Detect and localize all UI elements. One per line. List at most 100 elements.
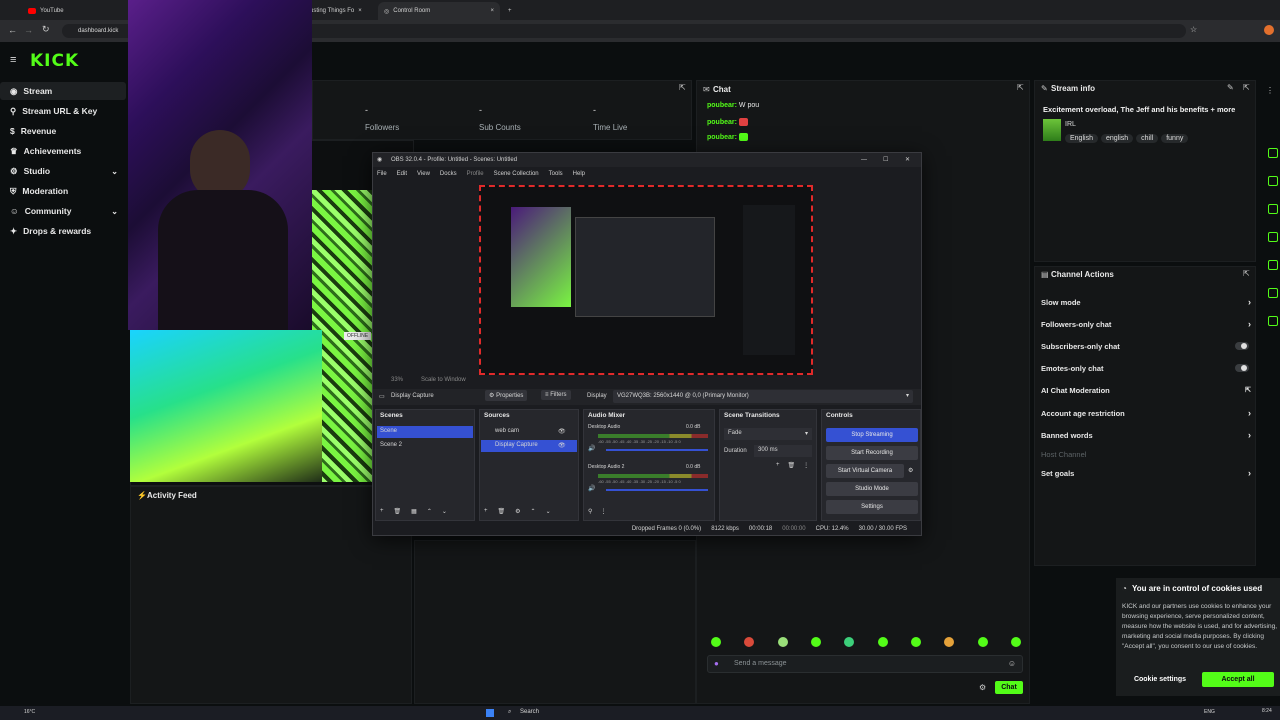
accept-all-button[interactable]: Accept all — [1202, 672, 1274, 687]
sidebar-item-stream-url[interactable]: ⚲ Stream URL & Key — [0, 102, 126, 120]
filters-button[interactable]: ≡ Filters — [541, 390, 571, 400]
action-followers-only[interactable]: Followers-only chat › — [1041, 316, 1255, 332]
close-icon[interactable]: ✕ — [905, 153, 910, 167]
minimize-icon[interactable]: — — [861, 153, 867, 167]
add-icon[interactable]: + — [776, 462, 780, 469]
more-icon[interactable]: ⋮ — [803, 462, 809, 469]
tool-icon[interactable] — [1268, 232, 1278, 242]
forward-icon[interactable]: → — [24, 25, 33, 35]
emote-icon[interactable] — [711, 637, 721, 647]
close-icon[interactable]: × — [490, 8, 494, 14]
eye-icon[interactable]: 👁 — [558, 428, 566, 435]
chevron-up-icon[interactable]: ⌃ — [427, 508, 432, 515]
new-tab-button[interactable]: + — [502, 2, 518, 20]
action-account-age[interactable]: Account age restriction › — [1041, 405, 1255, 421]
tool-icon[interactable] — [1268, 148, 1278, 158]
action-banned-words[interactable]: Banned words › — [1041, 427, 1255, 443]
tag[interactable]: chill — [1136, 134, 1159, 143]
trash-icon[interactable]: 🗑 — [394, 508, 402, 515]
add-icon[interactable]: + — [380, 508, 384, 515]
emote-icon[interactable] — [744, 637, 755, 647]
maximize-icon[interactable]: ☐ — [883, 153, 888, 167]
tool-icon[interactable] — [1268, 260, 1278, 270]
emote-icon[interactable] — [810, 637, 821, 647]
back-icon[interactable]: ← — [8, 25, 17, 35]
scene-item[interactable]: Scene — [377, 426, 473, 438]
tab-video[interactable]: usting Things Fo × — [304, 2, 368, 20]
properties-button[interactable]: ⚙ Properties — [485, 390, 528, 401]
more-icon[interactable]: ⋮ — [600, 508, 606, 515]
start-recording-button[interactable]: Start Recording — [826, 446, 918, 460]
settings-button[interactable]: Settings — [826, 500, 918, 514]
sidebar-item-studio[interactable]: ⚙ Studio ⌄ — [0, 162, 126, 180]
emote-icon[interactable] — [844, 637, 855, 647]
weather[interactable]: 16°C — [24, 709, 35, 715]
emote-icon[interactable] — [944, 637, 955, 647]
chat-send-button[interactable]: Chat — [995, 681, 1023, 694]
tool-icon[interactable] — [1268, 204, 1278, 214]
taskbar-search[interactable]: Search — [520, 709, 539, 715]
action-ai-moderation[interactable]: AI Chat Moderation ⇱ — [1041, 382, 1255, 398]
action-set-goals[interactable]: Set goals › — [1041, 465, 1255, 481]
stop-streaming-button[interactable]: Stop Streaming — [826, 428, 918, 442]
clock[interactable]: 8:24 — [1262, 708, 1272, 714]
menu-view[interactable]: View — [417, 171, 430, 177]
menu-profile[interactable]: Profile — [467, 171, 484, 177]
volume-slider[interactable] — [606, 449, 708, 451]
menu-tools[interactable]: Tools — [549, 171, 563, 177]
emoji-icon[interactable]: ☺ — [1008, 659, 1016, 668]
popout-icon[interactable]: ⇱ — [679, 83, 686, 92]
tag[interactable]: funny — [1161, 134, 1189, 143]
transition-select[interactable]: Fade ▾ — [724, 428, 812, 440]
filter-icon[interactable]: ▦ — [411, 508, 417, 515]
speaker-icon[interactable]: 🔊 — [588, 485, 595, 492]
star-icon[interactable]: ☆ — [1190, 25, 1197, 34]
obs-preview[interactable] — [479, 185, 813, 375]
tool-icon[interactable] — [1268, 176, 1278, 186]
sidebar-item-revenue[interactable]: $ Revenue — [0, 122, 126, 140]
sidebar-item-community[interactable]: ☺ Community ⌄ — [0, 202, 126, 220]
close-icon[interactable]: × — [358, 8, 362, 14]
gear-icon[interactable]: ⚙ — [515, 508, 520, 515]
chat-username[interactable]: poubear: — [707, 134, 737, 141]
reload-icon[interactable]: ↻ — [42, 24, 50, 35]
chevron-up-icon[interactable]: ⌃ — [531, 508, 536, 515]
kick-logo[interactable]: KICK — [30, 51, 79, 71]
sidebar-item-moderation[interactable]: ⛨ Moderation — [0, 182, 126, 200]
emotes-only-toggle[interactable] — [1235, 364, 1249, 372]
studio-mode-button[interactable]: Studio Mode — [826, 482, 918, 496]
menu-file[interactable]: File — [377, 171, 387, 177]
popout-icon[interactable]: ⇱ — [1243, 269, 1250, 278]
emote-icon[interactable] — [777, 637, 788, 647]
volume-slider[interactable] — [606, 489, 708, 491]
edit-icon[interactable]: ✎ — [1227, 83, 1234, 92]
menu-docks[interactable]: Docks — [440, 171, 457, 177]
settings-icon[interactable]: ⚙ — [979, 683, 986, 692]
scene-item[interactable]: Scene 2 — [377, 440, 473, 452]
popout-icon[interactable]: ⇱ — [1243, 83, 1250, 92]
tag[interactable]: english — [1100, 134, 1134, 143]
sidebar-item-drops[interactable]: ✦ Drops & rewards — [0, 222, 126, 240]
menu-scene-collection[interactable]: Scene Collection — [494, 171, 539, 177]
chat-username[interactable]: poubear: — [707, 102, 737, 109]
tool-icon[interactable] — [1268, 288, 1278, 298]
emote-icon[interactable] — [910, 637, 921, 647]
menu-icon[interactable]: ≡ — [10, 54, 16, 66]
subscribers-only-toggle[interactable] — [1235, 342, 1249, 350]
display-select[interactable]: VG27WQ3B: 2560x1440 @ 0,0 (Primary Monit… — [613, 390, 913, 403]
emote-icon[interactable] — [877, 637, 888, 647]
tag[interactable]: English — [1065, 134, 1098, 143]
sidebar-item-achievements[interactable]: ♛ Achievements — [0, 142, 126, 160]
tab-control-room[interactable]: ◎ Control Room × — [378, 2, 500, 20]
speaker-icon[interactable]: 🔊 — [588, 445, 595, 452]
duration-input[interactable]: 300 ms — [754, 445, 812, 457]
action-slow-mode[interactable]: Slow mode › — [1041, 294, 1255, 310]
cookie-settings-button[interactable]: Cookie settings — [1124, 673, 1196, 687]
start-virtual-camera-button[interactable]: Start Virtual Camera — [826, 464, 904, 478]
emote-icon[interactable] — [1010, 637, 1021, 647]
link-icon[interactable]: ⚲ — [588, 508, 592, 515]
chevron-down-icon[interactable]: ⌄ — [546, 508, 551, 515]
chat-username[interactable]: poubear: — [707, 119, 737, 126]
search-icon[interactable]: ⌕ — [508, 709, 511, 716]
emote-icon[interactable] — [977, 637, 988, 647]
